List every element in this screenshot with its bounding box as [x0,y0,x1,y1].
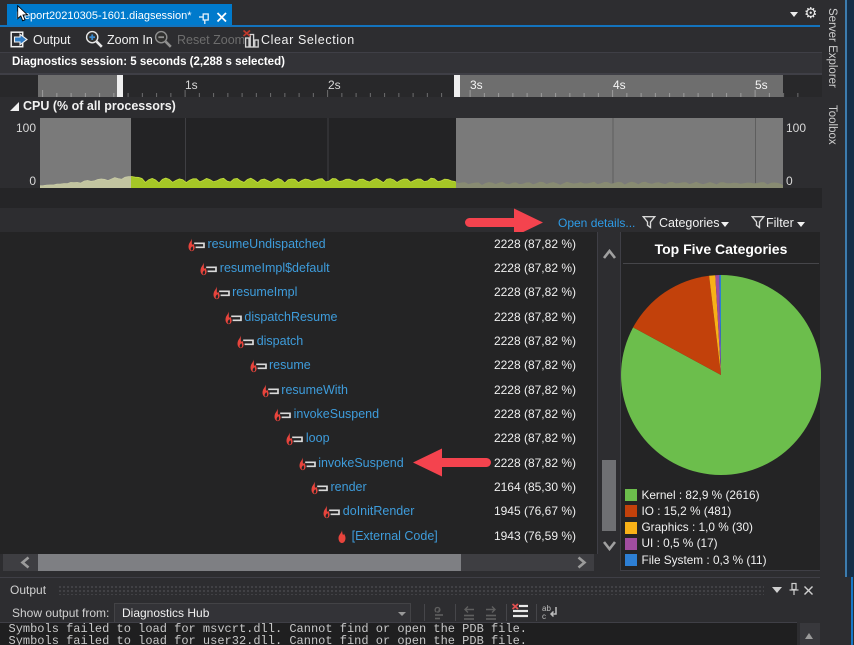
svg-text:c: c [542,612,546,621]
